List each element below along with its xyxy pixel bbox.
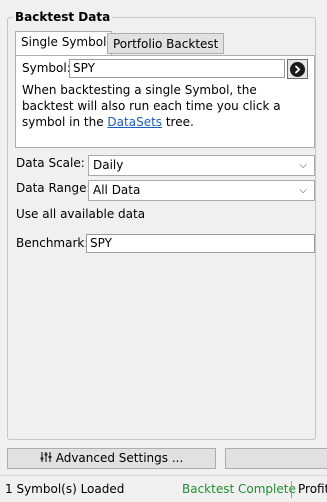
go-button[interactable] <box>287 59 308 79</box>
circle-arrow-right-icon <box>290 61 305 77</box>
benchmark-label: Benchmark: <box>16 236 89 250</box>
chevron-down-icon: ⌵ <box>299 160 307 171</box>
datasets-link[interactable]: DataSets <box>107 115 162 129</box>
single-symbol-description: When backtesting a single Symbol, the ba… <box>22 82 312 130</box>
benchmark-input[interactable]: SPY <box>86 234 315 253</box>
description-tail: tree. <box>162 115 194 129</box>
data-range-value: All Data <box>93 183 141 197</box>
data-scale-select[interactable]: Daily ⌵ <box>88 155 315 176</box>
secondary-button[interactable] <box>225 448 327 469</box>
tab-portfolio-backtest[interactable]: Portfolio Backtest <box>107 33 225 54</box>
advanced-settings-label: Advanced Settings ... <box>55 451 184 465</box>
status-bar: 1 Symbol(s) Loaded Backtest Complete Pro… <box>0 475 327 502</box>
symbol-input[interactable]: SPY <box>69 59 285 78</box>
status-symbols-loaded: 1 Symbol(s) Loaded <box>5 482 125 496</box>
data-range-label: Data Range: <box>16 181 91 195</box>
group-title: Backtest Data <box>13 10 113 24</box>
data-scale-value: Daily <box>93 158 124 172</box>
data-scale-label: Data Scale: <box>16 156 85 170</box>
data-range-select[interactable]: All Data ⌵ <box>88 180 315 201</box>
status-profit: Profit <box>298 482 327 496</box>
symbol-label: Symbol: <box>22 61 71 75</box>
data-range-note: Use all available data <box>16 207 146 221</box>
chevron-down-icon: ⌵ <box>299 185 307 196</box>
sliders-icon <box>40 452 52 462</box>
status-separator <box>291 481 292 498</box>
advanced-settings-button[interactable]: Advanced Settings ... <box>7 448 216 469</box>
status-backtest: Backtest Complete <box>182 482 296 496</box>
tab-single-symbol[interactable]: Single Symbol <box>15 31 113 55</box>
